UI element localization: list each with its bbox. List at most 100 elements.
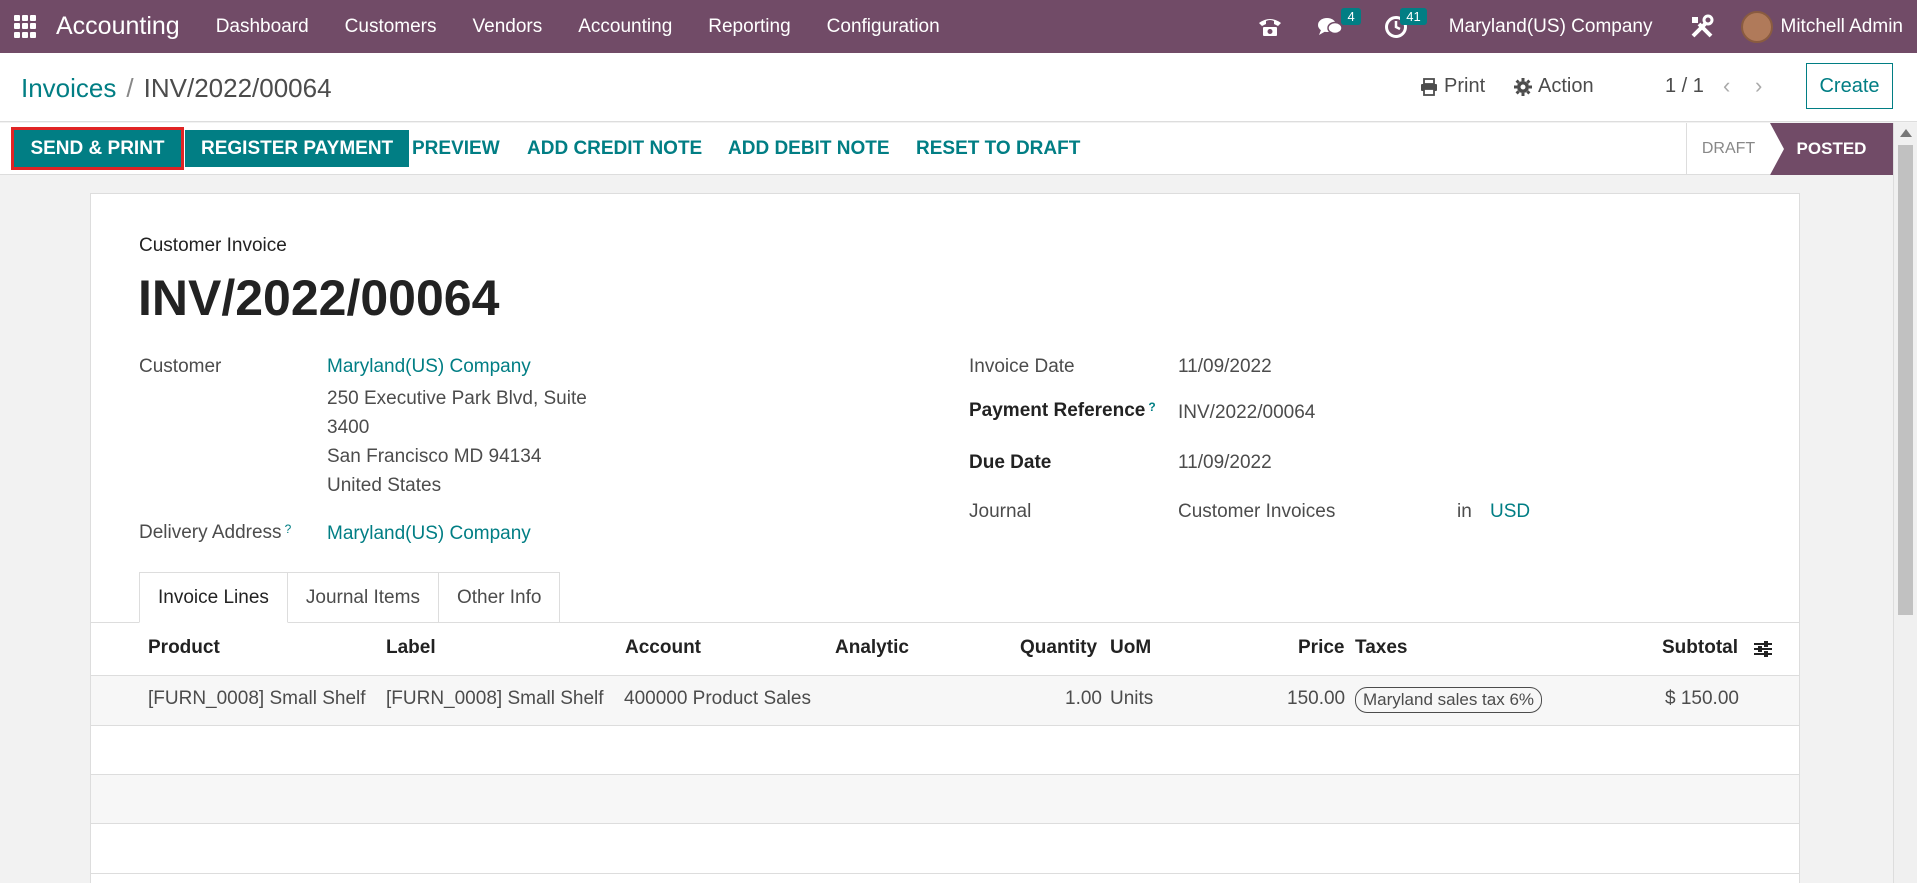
phone-icon[interactable] [1255,12,1285,42]
help-tooltip-icon[interactable]: ? [285,522,292,536]
main-menu: Dashboard Customers Vendors Accounting R… [216,16,940,38]
journal-value: Customer Invoices [1178,501,1336,522]
breadcrumb: Invoices / INV/2022/00064 [21,73,332,104]
action-label: Action [1538,75,1594,97]
top-navbar: Accounting Dashboard Customers Vendors A… [0,0,1917,53]
column-header-price[interactable]: Price [1298,637,1344,659]
column-header-product[interactable]: Product [148,637,220,659]
tax-tag[interactable]: Maryland sales tax 6% [1355,687,1543,713]
breadcrumb-current: INV/2022/00064 [143,73,332,103]
line-product[interactable]: [FURN_0008] Small Shelf [148,688,366,710]
tab-invoice-lines[interactable]: Invoice Lines [139,572,288,623]
empty-row [91,824,1799,873]
journal-in-text: in [1457,501,1472,522]
line-label[interactable]: [FURN_0008] Small Shelf [386,688,604,710]
payment-reference-label-text: Payment Reference [969,400,1146,421]
line-price[interactable]: 150.00 [1287,688,1345,710]
column-header-quantity[interactable]: Quantity [1020,637,1097,659]
invoice-sheet: Customer Invoice INV/2022/00064 Customer… [90,193,1800,883]
address-line: United States [327,475,442,496]
reset-to-draft-button[interactable]: RESET TO DRAFT [900,130,1096,167]
menu-item-vendors[interactable]: Vendors [473,16,543,38]
notebook-tabs: Invoice Lines Journal Items Other Info [139,572,561,623]
preview-button[interactable]: PREVIEW [396,130,516,167]
journal-label: Journal [969,501,1032,522]
tab-other-info[interactable]: Other Info [437,572,561,623]
company-switcher[interactable]: Maryland(US) Company [1449,16,1653,38]
print-label: Print [1444,75,1486,97]
delivery-address-label-text: Delivery Address [139,522,282,543]
customer-link[interactable]: Maryland(US) Company [327,356,531,378]
navbar-systray: 4 41 Maryland(US) Company Mitchell Admin [1245,0,1917,53]
control-panel: Invoices / INV/2022/00064 Print Action 1… [0,53,1917,122]
line-quantity[interactable]: 1.00 [1065,688,1102,710]
column-header-analytic[interactable]: Analytic [835,637,909,659]
add-debit-note-button[interactable]: ADD DEBIT NOTE [712,130,906,167]
column-header-taxes[interactable]: Taxes [1355,637,1407,659]
menu-item-reporting[interactable]: Reporting [708,16,790,38]
customer-address: 250 Executive Park Blvd, Suite 3400 San … [327,384,587,500]
action-button[interactable]: Action [1514,75,1594,98]
payment-reference-value: INV/2022/00064 [1178,402,1316,423]
payment-reference-label: Payment Reference? [969,400,1156,422]
pager-next-icon[interactable]: › [1755,73,1762,99]
messages-icon[interactable]: 4 [1315,7,1361,42]
empty-row [91,726,1799,775]
invoice-date-label: Invoice Date [969,356,1075,377]
tab-journal-items[interactable]: Journal Items [286,572,439,623]
apps-menu-icon[interactable] [14,14,38,39]
breadcrumb-separator: / [126,73,134,103]
menu-item-customers[interactable]: Customers [345,16,437,38]
statusbar: SEND & PRINT REGISTER PAYMENT PREVIEW AD… [0,123,1893,175]
due-date-value: 11/09/2022 [1178,452,1272,473]
add-credit-note-button[interactable]: ADD CREDIT NOTE [511,130,718,167]
empty-row [91,775,1799,824]
create-button[interactable]: Create [1806,63,1893,109]
print-button[interactable]: Print [1420,75,1485,98]
address-line: San Francisco MD 94134 [327,446,542,467]
send-and-print-button[interactable]: SEND & PRINT [11,127,184,170]
gear-icon [1514,77,1532,96]
currency-link[interactable]: USD [1490,501,1530,523]
menu-item-accounting[interactable]: Accounting [578,16,672,38]
optional-columns-icon[interactable] [1753,640,1773,658]
menu-item-dashboard[interactable]: Dashboard [216,16,309,38]
user-menu[interactable]: Mitchell Admin [1781,16,1904,38]
document-type: Customer Invoice [139,235,287,256]
user-avatar[interactable] [1740,10,1773,43]
scroll-thumb[interactable] [1898,145,1913,615]
pager-value[interactable]: 1 / 1 [1665,75,1704,98]
app-name[interactable]: Accounting [56,12,180,41]
line-account[interactable]: 400000 Product Sales [624,688,811,710]
scroll-up-icon[interactable] [1900,129,1912,137]
due-date-label: Due Date [969,452,1052,473]
pager-previous-icon[interactable]: ‹ [1723,73,1730,99]
address-line: 3400 [327,417,370,438]
column-header-label[interactable]: Label [386,637,436,659]
tools-icon[interactable] [1687,12,1717,42]
menu-item-configuration[interactable]: Configuration [827,16,940,38]
column-header-subtotal[interactable]: Subtotal [1662,637,1738,659]
breadcrumb-invoices[interactable]: Invoices [21,73,116,104]
line-uom[interactable]: Units [1110,688,1153,710]
activity-clock-icon[interactable]: 41 [1381,7,1427,42]
invoice-date-value: 11/09/2022 [1178,356,1272,377]
messages-badge: 4 [1341,7,1361,25]
column-header-account[interactable]: Account [625,637,701,659]
delivery-address-label: Delivery Address? [139,522,291,544]
stage-draft[interactable]: DRAFT [1686,123,1770,175]
stage-posted[interactable]: POSTED [1770,123,1893,175]
line-subtotal: $ 150.00 [1665,688,1739,709]
delivery-address-link[interactable]: Maryland(US) Company [327,523,531,545]
activities-badge: 41 [1400,7,1427,25]
stage-posted-label: POSTED [1796,139,1867,158]
register-payment-button[interactable]: REGISTER PAYMENT [185,130,410,167]
address-line: 250 Executive Park Blvd, Suite [327,388,587,409]
page-scrollbar[interactable] [1893,123,1917,883]
customer-label: Customer [139,356,222,377]
row-border [91,873,1799,874]
invoice-number: INV/2022/00064 [138,270,500,326]
column-header-uom[interactable]: UoM [1110,637,1151,659]
print-icon [1421,77,1437,96]
help-tooltip-icon[interactable]: ? [1148,400,1155,414]
